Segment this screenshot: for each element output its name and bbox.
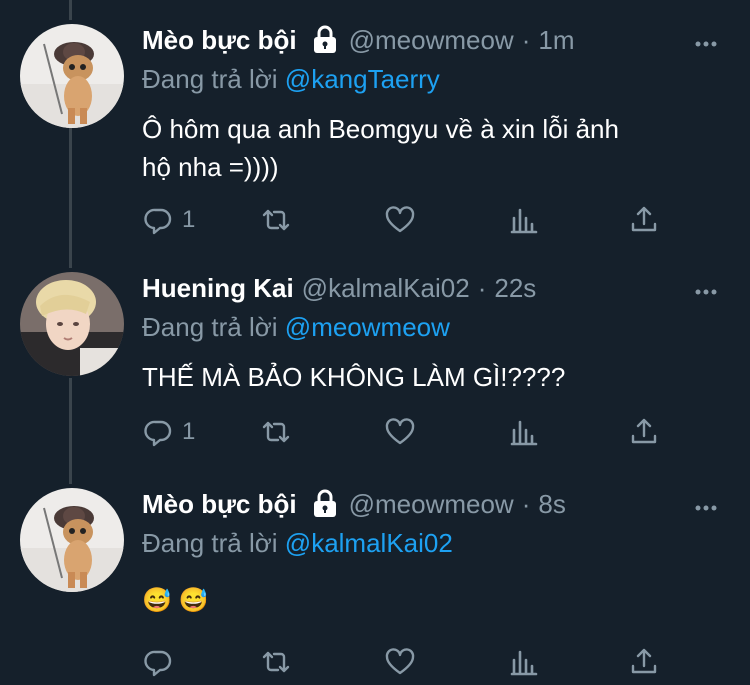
share-icon: [631, 418, 657, 444]
avatar[interactable]: [20, 272, 124, 376]
timestamp[interactable]: 1m: [538, 25, 574, 56]
share-icon: [631, 648, 657, 674]
replying-mention[interactable]: @kalmalKai02: [285, 528, 453, 558]
share-button[interactable]: [628, 646, 660, 678]
retweet-button[interactable]: [260, 204, 292, 236]
tweet-text: THẾ MÀ BẢO KHÔNG LÀM GÌ!????: [142, 358, 722, 396]
tweet-text: Ô hôm qua anh Beomgyu về à xin lỗi ảnh h…: [142, 110, 722, 186]
emoji-text: 😅 😅: [142, 587, 209, 614]
share-button[interactable]: [628, 204, 660, 236]
avatar[interactable]: [20, 24, 124, 128]
tweet-header: Huening Kai @kalmalKai02 · 22s: [142, 268, 536, 308]
tweet-text-line: hộ nha =)))): [142, 152, 279, 182]
timestamp[interactable]: 22s: [494, 273, 536, 304]
like-button[interactable]: [384, 416, 416, 448]
display-name[interactable]: Mèo bực bội: [142, 25, 297, 56]
analytics-button[interactable]: [508, 204, 540, 236]
separator-dot: ·: [521, 488, 531, 519]
retweet-button[interactable]: [260, 646, 292, 678]
analytics-icon: [510, 420, 538, 446]
share-button[interactable]: [628, 416, 660, 448]
lock-icon: [313, 489, 336, 517]
thread-line-top: [69, 0, 72, 20]
action-bar: 1: [142, 204, 682, 240]
tweet-header: Mèo bực bội @meowmeow · 8s: [142, 484, 566, 524]
replying-to: Đang trả lời @meowmeow: [142, 312, 450, 343]
tweet-text-line: THẾ MÀ BẢO KHÔNG LÀM GÌ!????: [142, 362, 566, 392]
more-icon[interactable]: [692, 494, 720, 522]
tweet-text: 😅 😅: [142, 582, 722, 620]
display-name[interactable]: Mèo bực bội: [142, 489, 297, 520]
retweet-icon: [262, 651, 290, 673]
share-icon: [631, 206, 657, 232]
more-icon[interactable]: [692, 30, 720, 58]
tweet[interactable]: Huening Kai @kalmalKai02 · 22s Đang trả …: [0, 272, 750, 472]
avatar[interactable]: [20, 488, 124, 592]
reply-icon: [144, 208, 172, 235]
retweet-button[interactable]: [260, 416, 292, 448]
analytics-button[interactable]: [508, 646, 540, 678]
display-name[interactable]: Huening Kai: [142, 273, 294, 304]
like-button[interactable]: [384, 204, 416, 236]
replying-prefix: Đang trả lời: [142, 312, 278, 342]
like-icon: [385, 648, 415, 675]
tweet-header: Mèo bực bội @meowmeow · 1m: [142, 20, 575, 60]
action-bar: [142, 646, 682, 682]
like-icon: [385, 206, 415, 233]
analytics-icon: [510, 650, 538, 676]
more-icon[interactable]: [692, 278, 720, 306]
replying-to: Đang trả lời @kangTaerry: [142, 64, 440, 95]
reply-count: 1: [182, 206, 196, 233]
tweet-text-line: Ô hôm qua anh Beomgyu về à xin lỗi ảnh: [142, 114, 619, 144]
like-icon: [385, 418, 415, 445]
tweet[interactable]: Mèo bực bội @meowmeow · 1m Đang trả lời …: [0, 24, 750, 254]
reply-button[interactable]: [142, 646, 174, 678]
reply-icon: [144, 420, 172, 447]
tweet[interactable]: Mèo bực bội @meowmeow · 8s Đang trả lời …: [0, 488, 750, 685]
analytics-button[interactable]: [508, 416, 540, 448]
replying-mention[interactable]: @meowmeow: [285, 312, 450, 342]
handle[interactable]: @meowmeow: [349, 25, 514, 56]
retweet-icon: [262, 421, 290, 443]
reply-icon: [144, 650, 172, 677]
reply-button[interactable]: 1: [142, 416, 195, 448]
replying-prefix: Đang trả lời: [142, 528, 278, 558]
lock-icon: [313, 25, 336, 53]
replying-to: Đang trả lời @kalmalKai02: [142, 528, 453, 559]
reply-button[interactable]: 1: [142, 204, 195, 236]
handle[interactable]: @kalmalKai02: [302, 273, 470, 304]
handle[interactable]: @meowmeow: [349, 489, 514, 520]
timestamp[interactable]: 8s: [538, 489, 565, 520]
cat-avatar-image: [20, 24, 124, 128]
person-avatar-image: [20, 272, 124, 376]
action-bar: 1: [142, 416, 682, 452]
like-button[interactable]: [384, 646, 416, 678]
reply-count: 1: [182, 418, 196, 445]
analytics-icon: [510, 208, 538, 234]
replying-prefix: Đang trả lời: [142, 64, 278, 94]
replying-mention[interactable]: @kangTaerry: [285, 64, 440, 94]
retweet-icon: [262, 209, 290, 231]
separator-dot: ·: [477, 272, 487, 303]
separator-dot: ·: [521, 24, 531, 55]
cat-avatar-image: [20, 488, 124, 592]
